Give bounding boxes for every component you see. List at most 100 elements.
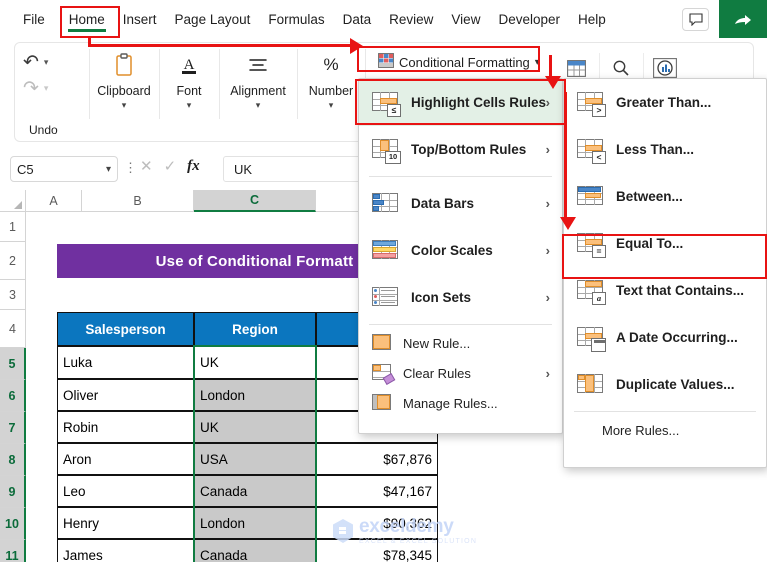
- tab-help[interactable]: Help: [569, 8, 615, 31]
- cell-C6[interactable]: London: [194, 379, 316, 411]
- menu-item-color-scales-label: Color Scales: [411, 243, 493, 258]
- tab-data[interactable]: Data: [334, 8, 381, 31]
- share-icon[interactable]: [719, 0, 767, 38]
- name-box[interactable]: C5 ▾: [10, 156, 118, 182]
- submenu-item-greater-than-label: Greater Than...: [616, 95, 712, 110]
- menu-item-clear-rules[interactable]: Clear Rules ›: [359, 358, 562, 388]
- row-header-7[interactable]: 7: [0, 412, 26, 444]
- tab-review[interactable]: Review: [380, 8, 442, 31]
- ribbon-group-alignment[interactable]: Alignment ▾: [219, 43, 297, 141]
- row-header-10[interactable]: 10: [0, 508, 26, 540]
- tab-insert[interactable]: Insert: [114, 8, 166, 31]
- banner-title-text: Use of Conditional Formatt: [155, 252, 354, 270]
- select-all-corner[interactable]: [0, 190, 26, 212]
- submenu-item-greater-than[interactable]: > Greater Than...: [564, 79, 766, 126]
- font-chevron-down-icon[interactable]: ▾: [187, 101, 192, 110]
- submenu-item-more-rules[interactable]: More Rules...: [564, 415, 766, 445]
- submenu-item-less-than[interactable]: < Less Than...: [564, 126, 766, 173]
- less-than-icon: <: [577, 138, 606, 164]
- submenu-item-between[interactable]: Between...: [564, 173, 766, 220]
- undo-chevron-down-icon[interactable]: ▾: [44, 57, 49, 68]
- ribbon-group-clipboard[interactable]: Clipboard ▾: [89, 43, 159, 141]
- cell-C11-text: Canada: [200, 547, 248, 562]
- cell-C6-text: London: [200, 387, 246, 403]
- table-header-salesperson-label: Salesperson: [85, 321, 166, 337]
- cell-B10-text: Henry: [63, 515, 100, 531]
- cell-C5[interactable]: UK: [194, 346, 316, 379]
- submenu-item-equal-to[interactable]: = Equal To...: [564, 220, 766, 267]
- cell-C10[interactable]: London: [194, 507, 316, 539]
- clipboard-chevron-down-icon[interactable]: ▾: [122, 101, 127, 110]
- tab-view[interactable]: View: [442, 8, 489, 31]
- conditional-formatting-chevron-down-icon[interactable]: ▾: [535, 57, 540, 68]
- menu-item-color-scales[interactable]: Color Scales ›: [359, 227, 562, 274]
- submenu-item-duplicate-values[interactable]: Duplicate Values...: [564, 361, 766, 408]
- tab-home-label: Home: [68, 11, 105, 27]
- submenu-item-text-that-contains[interactable]: a Text that Contains...: [564, 267, 766, 314]
- cell-C11[interactable]: Canada: [194, 539, 316, 562]
- table-header-region[interactable]: Region: [194, 312, 316, 346]
- highlight-cells-rules-icon: ≤: [372, 91, 401, 117]
- menu-item-data-bars[interactable]: Data Bars ›: [359, 180, 562, 227]
- row-header-6[interactable]: 6: [0, 380, 26, 412]
- confirm-check-icon[interactable]: ✓: [164, 157, 177, 175]
- ribbon-group-font[interactable]: A Font ▾: [159, 43, 219, 141]
- cell-D9[interactable]: $47,167: [316, 475, 438, 507]
- tab-file[interactable]: File: [14, 8, 54, 31]
- row-header-3[interactable]: 3: [0, 280, 26, 310]
- cell-C8[interactable]: USA: [194, 443, 316, 475]
- cancel-x-icon[interactable]: ✕: [140, 157, 153, 175]
- row-header-8[interactable]: 8: [0, 444, 26, 476]
- new-rule-icon: [372, 334, 392, 352]
- cell-C7[interactable]: UK: [194, 411, 316, 443]
- cell-C10-text: London: [200, 515, 246, 531]
- row-header-9[interactable]: 9: [0, 476, 26, 508]
- column-header-A[interactable]: A: [26, 190, 82, 212]
- cell-B7[interactable]: Robin: [57, 411, 194, 443]
- menu-item-icon-sets[interactable]: Icon Sets ›: [359, 274, 562, 321]
- tab-formulas[interactable]: Formulas: [259, 8, 333, 31]
- column-header-B[interactable]: B: [82, 190, 194, 212]
- row-header-5[interactable]: 5: [0, 348, 26, 380]
- conditional-formatting-label: Conditional Formatting: [399, 54, 530, 70]
- cell-C9[interactable]: Canada: [194, 475, 316, 507]
- cell-B8-text: Aron: [63, 451, 92, 467]
- row-header-11[interactable]: 11: [0, 540, 26, 562]
- menu-item-highlight-cells-rules[interactable]: ≤ Highlight Cells Rules ›: [359, 79, 562, 126]
- redo-button[interactable]: ↷ ▾: [23, 75, 48, 101]
- column-header-C[interactable]: C: [194, 190, 316, 212]
- chevron-right-icon: ›: [545, 243, 550, 258]
- cell-D8[interactable]: $67,876: [316, 443, 438, 475]
- row-header-1[interactable]: 1: [0, 212, 26, 242]
- name-box-chevron-down-icon[interactable]: ▾: [106, 164, 111, 175]
- number-chevron-down-icon[interactable]: ▾: [329, 101, 334, 110]
- conditional-formatting-button[interactable]: Conditional Formatting ▾: [373, 51, 545, 73]
- ribbon-group-number[interactable]: % Number ▾: [297, 43, 365, 141]
- menu-item-manage-rules-label: Manage Rules...: [403, 395, 498, 411]
- font-A-icon: A: [178, 47, 200, 83]
- cell-B9[interactable]: Leo: [57, 475, 194, 507]
- tab-developer[interactable]: Developer: [489, 8, 569, 31]
- cell-B11[interactable]: James: [57, 539, 194, 562]
- comment-icon[interactable]: [682, 7, 709, 31]
- alignment-chevron-down-icon[interactable]: ▾: [256, 101, 261, 110]
- submenu-item-a-date-occurring[interactable]: A Date Occurring...: [564, 314, 766, 361]
- formula-bar-options-dots[interactable]: ⋮: [124, 161, 137, 175]
- row-header-2[interactable]: 2: [0, 242, 26, 280]
- tab-page-layout[interactable]: Page Layout: [166, 8, 260, 31]
- tab-home[interactable]: Home: [60, 8, 114, 32]
- percent-icon: %: [323, 55, 339, 74]
- cell-B8[interactable]: Aron: [57, 443, 194, 475]
- fx-icon[interactable]: fx: [187, 158, 200, 175]
- chevron-right-icon: ›: [545, 365, 550, 381]
- table-header-salesperson[interactable]: Salesperson: [57, 312, 194, 346]
- row-header-4[interactable]: 4: [0, 310, 26, 348]
- row-header-9-label: 9: [8, 484, 16, 499]
- menu-item-new-rule[interactable]: New Rule...: [359, 328, 562, 358]
- undo-button[interactable]: ↶ ▾: [23, 49, 48, 75]
- cell-B6[interactable]: Oliver: [57, 379, 194, 411]
- cell-B10[interactable]: Henry: [57, 507, 194, 539]
- menu-item-top-bottom-rules[interactable]: 10 Top/Bottom Rules ›: [359, 126, 562, 173]
- menu-item-manage-rules[interactable]: Manage Rules...: [359, 388, 562, 418]
- cell-B5[interactable]: Luka: [57, 346, 194, 379]
